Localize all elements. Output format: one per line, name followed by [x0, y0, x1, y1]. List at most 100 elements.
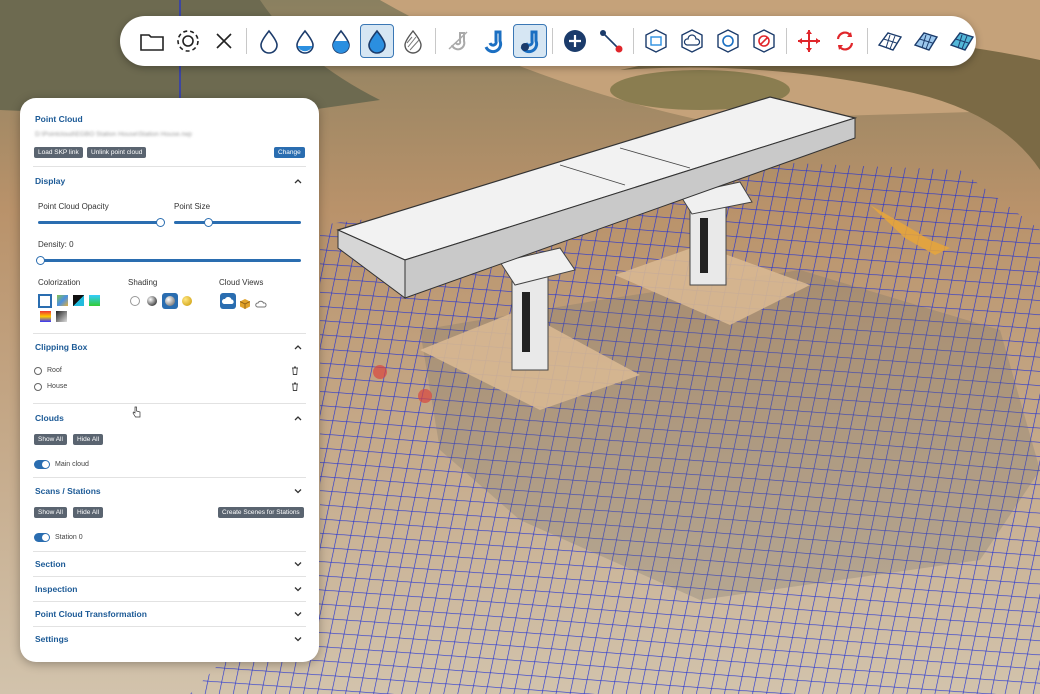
slider-knob[interactable]: [36, 255, 45, 265]
colorization-gradient-option[interactable]: [40, 311, 51, 322]
close-icon[interactable]: [207, 24, 241, 58]
point-cloud-path: D:\Pointcloud\EGBO Station House\Station…: [35, 131, 192, 138]
magnet-off-icon[interactable]: [441, 24, 475, 58]
toolbar-separator: [633, 28, 634, 54]
create-scenes-button[interactable]: Create Scenes for Stations: [218, 507, 304, 518]
drop-fill-icon[interactable]: [324, 24, 358, 58]
display-section-title[interactable]: Display: [35, 176, 65, 186]
panel-title: Point Cloud: [35, 114, 83, 124]
toolbar-separator: [552, 28, 553, 54]
shading-dark-option[interactable]: [147, 296, 157, 306]
slider-knob[interactable]: [204, 217, 213, 227]
measure-line-icon[interactable]: [594, 24, 628, 58]
scans-stations-section-title[interactable]: Scans / Stations: [35, 486, 101, 496]
point-size-slider[interactable]: [174, 217, 301, 227]
mouse-cursor-icon: [132, 406, 141, 418]
chevron-down-icon[interactable]: [293, 609, 303, 619]
cube-sphere-icon[interactable]: [711, 24, 745, 58]
cube-cloud-icon[interactable]: [675, 24, 709, 58]
change-button[interactable]: Change: [274, 147, 305, 158]
cloud-view-cloud-icon[interactable]: [220, 293, 236, 309]
main-cloud-label: Main cloud: [55, 461, 89, 468]
shading-label: Shading: [128, 278, 158, 287]
inspection-section-title[interactable]: Inspection: [35, 584, 78, 594]
colorization-height-option[interactable]: [89, 295, 100, 306]
cube-plane-icon[interactable]: [639, 24, 673, 58]
transformation-section-title[interactable]: Point Cloud Transformation: [35, 609, 147, 619]
top-toolbar: [120, 16, 976, 66]
chevron-down-icon[interactable]: [293, 634, 303, 644]
main-cloud-toggle[interactable]: [34, 460, 50, 469]
divider: [33, 576, 306, 577]
divider: [33, 601, 306, 602]
toolbar-separator: [867, 28, 868, 54]
divider: [33, 551, 306, 552]
toolbar-separator: [246, 28, 247, 54]
magnet-active-icon[interactable]: [513, 24, 547, 58]
clipping-box-section-title[interactable]: Clipping Box: [35, 342, 87, 352]
trash-icon[interactable]: [291, 366, 299, 375]
chevron-up-icon[interactable]: [293, 342, 303, 352]
clouds-show-all-button[interactable]: Show All: [34, 434, 67, 445]
shading-none-option[interactable]: [130, 296, 140, 306]
drop-outline-icon[interactable]: [252, 24, 286, 58]
scans-hide-all-button[interactable]: Hide All: [73, 507, 104, 518]
add-point-icon[interactable]: [558, 24, 592, 58]
slider-knob[interactable]: [156, 217, 165, 227]
drop-half-icon[interactable]: [288, 24, 322, 58]
divider: [33, 626, 306, 627]
clipping-house-radio[interactable]: [34, 383, 42, 391]
shading-selected-option[interactable]: [162, 293, 178, 309]
station-0-toggle[interactable]: [34, 533, 50, 542]
clipping-house-label: House: [47, 383, 68, 390]
density-label: Density: 0: [38, 240, 74, 249]
shading-gold-option[interactable]: [182, 296, 192, 306]
chevron-up-icon[interactable]: [293, 176, 303, 186]
toolbar-separator: [786, 28, 787, 54]
point-size-label: Point Size: [174, 202, 211, 211]
drop-solid-icon[interactable]: [360, 24, 394, 58]
clouds-hide-all-button[interactable]: Hide All: [73, 434, 104, 445]
divider: [33, 477, 306, 478]
divider: [33, 166, 306, 167]
chevron-down-icon[interactable]: [293, 486, 303, 496]
divider: [33, 333, 306, 334]
colorization-intensity-option[interactable]: [73, 295, 84, 306]
sync-icon[interactable]: [828, 24, 862, 58]
mesh-shaded-icon[interactable]: [909, 24, 943, 58]
load-skp-link-button[interactable]: Load SKP link: [34, 147, 83, 158]
divider: [33, 403, 306, 404]
opacity-slider[interactable]: [38, 217, 165, 227]
chevron-down-icon[interactable]: [293, 584, 303, 594]
colorization-gray-option[interactable]: [56, 311, 67, 322]
move-arrows-icon[interactable]: [792, 24, 826, 58]
unlink-point-cloud-button[interactable]: Unlink point cloud: [87, 147, 147, 158]
clipping-roof-label: Roof: [47, 367, 62, 374]
colorization-rgb-option[interactable]: [38, 294, 52, 308]
colorization-photo-option[interactable]: [57, 295, 68, 306]
magnet-icon[interactable]: [477, 24, 511, 58]
toolbar-separator: [435, 28, 436, 54]
cloud-view-cube-icon[interactable]: [239, 296, 251, 309]
mesh-icon[interactable]: [873, 24, 907, 58]
gear-icon[interactable]: [171, 24, 205, 58]
scans-show-all-button[interactable]: Show All: [34, 507, 67, 518]
cloud-view-outline-icon[interactable]: [255, 296, 267, 308]
colorization-label: Colorization: [38, 278, 81, 287]
mesh-color-icon[interactable]: [945, 24, 979, 58]
chevron-down-icon[interactable]: [293, 559, 303, 569]
cloud-views-label: Cloud Views: [219, 278, 264, 287]
clouds-section-title[interactable]: Clouds: [35, 413, 64, 423]
station-0-label: Station 0: [55, 534, 83, 541]
drop-hatched-icon[interactable]: [396, 24, 430, 58]
point-cloud-panel: Point Cloud D:\Pointcloud\EGBO Station H…: [20, 98, 319, 662]
opacity-label: Point Cloud Opacity: [38, 202, 109, 211]
section-section-title[interactable]: Section: [35, 559, 66, 569]
cube-forbidden-icon[interactable]: [747, 24, 781, 58]
settings-section-title[interactable]: Settings: [35, 634, 69, 644]
trash-icon[interactable]: [291, 382, 299, 391]
chevron-up-icon[interactable]: [293, 413, 303, 423]
clipping-roof-radio[interactable]: [34, 367, 42, 375]
density-slider[interactable]: [36, 255, 301, 265]
folder-icon[interactable]: [135, 24, 169, 58]
